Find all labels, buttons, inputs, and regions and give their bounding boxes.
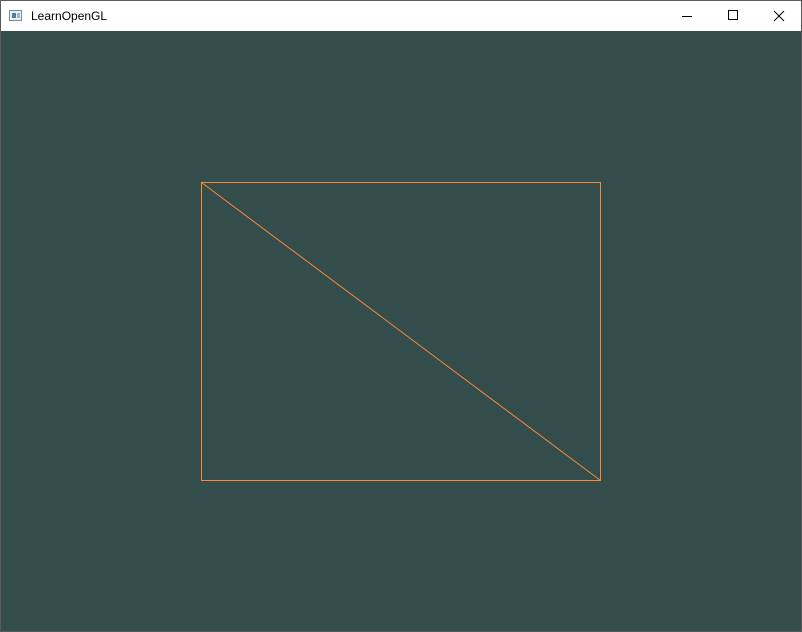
wireframe-rectangle <box>201 182 601 481</box>
minimize-icon <box>682 16 692 17</box>
app-window-icon <box>9 10 22 21</box>
maximize-button[interactable] <box>710 1 756 31</box>
close-icon <box>773 10 785 22</box>
close-button[interactable] <box>755 1 801 31</box>
title-bar[interactable]: LearnOpenGL <box>1 1 801 31</box>
maximize-icon <box>728 10 738 20</box>
minimize-button[interactable] <box>664 1 710 31</box>
triangle-diagonal <box>201 182 601 481</box>
window-title: LearnOpenGL <box>31 9 108 23</box>
opengl-viewport[interactable] <box>1 31 801 631</box>
app-window: LearnOpenGL <box>0 0 802 632</box>
